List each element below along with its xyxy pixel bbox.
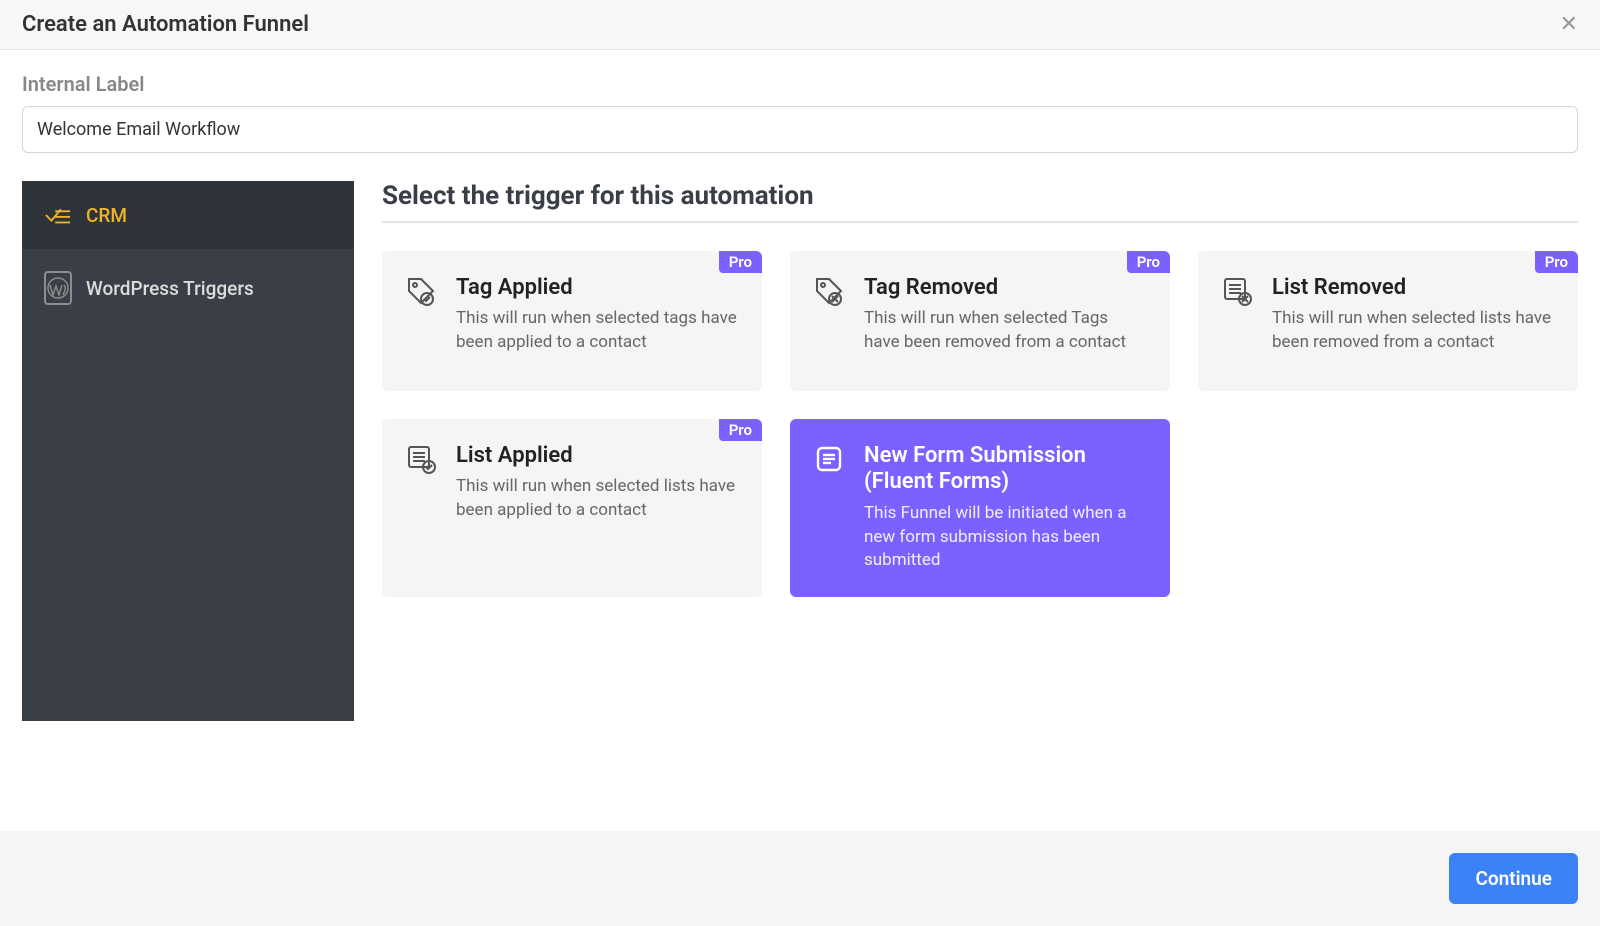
section-title: Select the trigger for this automation xyxy=(382,181,1578,211)
sidebar-item-label: CRM xyxy=(86,204,127,227)
card-desc: This Funnel will be initiated when a new… xyxy=(864,502,1148,573)
card-title: Tag Removed xyxy=(864,275,1148,301)
pro-badge: Pro xyxy=(1535,251,1578,273)
modal-footer: Continue xyxy=(0,831,1600,926)
sidebar: CRM WordPress Triggers xyxy=(22,181,354,721)
internal-label-row: Internal Label xyxy=(22,72,1578,96)
card-title: Tag Applied xyxy=(456,275,740,301)
sidebar-item-crm[interactable]: CRM xyxy=(22,181,354,249)
form-icon xyxy=(812,443,846,477)
modal-title: Create an Automation Funnel xyxy=(22,12,309,37)
close-button[interactable]: ✕ xyxy=(1560,12,1578,37)
card-desc: This will run when selected lists have b… xyxy=(1272,307,1556,355)
internal-label-text: Internal Label xyxy=(22,72,144,96)
tag-remove-icon xyxy=(812,275,846,309)
close-icon: ✕ xyxy=(1560,12,1578,37)
modal-body: Internal Label CRM xyxy=(0,50,1600,721)
tag-check-icon xyxy=(404,275,438,309)
card-desc: This will run when selected tags have be… xyxy=(456,307,740,355)
continue-button[interactable]: Continue xyxy=(1449,853,1578,904)
layout: CRM WordPress Triggers Select the trigge… xyxy=(22,181,1578,721)
card-content: Tag Applied This will run when selected t… xyxy=(456,275,740,367)
crm-icon xyxy=(44,203,72,227)
wordpress-icon xyxy=(44,271,72,305)
trigger-card-list-applied[interactable]: ProList Applied This will run when select… xyxy=(382,419,762,597)
trigger-card-list-removed[interactable]: ProList Removed This will run when select… xyxy=(1198,251,1578,391)
card-title: List Applied xyxy=(456,443,740,469)
sidebar-item-wordpress-triggers[interactable]: WordPress Triggers xyxy=(22,249,354,327)
card-content: List Removed This will run when selected … xyxy=(1272,275,1556,367)
main-panel: Select the trigger for this automation P… xyxy=(382,181,1578,721)
trigger-card-tag-removed[interactable]: ProTag Removed This will run when selecte… xyxy=(790,251,1170,391)
trigger-card-tag-applied[interactable]: ProTag Applied This will run when selecte… xyxy=(382,251,762,391)
modal-header: Create an Automation Funnel ✕ xyxy=(0,0,1600,50)
sidebar-item-label: WordPress Triggers xyxy=(86,277,254,300)
card-content: Tag Removed This will run when selected T… xyxy=(864,275,1148,367)
card-desc: This will run when selected lists have b… xyxy=(456,475,740,523)
divider xyxy=(382,221,1578,223)
card-content: List Applied This will run when selected … xyxy=(456,443,740,573)
card-title: New Form Submission (Fluent Forms) xyxy=(864,443,1148,496)
trigger-cards: ProTag AppliedThis will run when selecte… xyxy=(382,251,1578,597)
trigger-card-new-form-submission-fluent-forms[interactable]: New Form Submission (Fluent Forms) This F… xyxy=(790,419,1170,597)
pro-badge: Pro xyxy=(1127,251,1170,273)
card-content: New Form Submission (Fluent Forms) This F… xyxy=(864,443,1148,573)
list-check-icon xyxy=(404,443,438,477)
card-title: List Removed xyxy=(1272,275,1556,301)
internal-label-input[interactable] xyxy=(22,106,1578,153)
card-desc: This will run when selected Tags have be… xyxy=(864,307,1148,355)
pro-badge: Pro xyxy=(719,419,762,441)
list-remove-icon xyxy=(1220,275,1254,309)
pro-badge: Pro xyxy=(719,251,762,273)
